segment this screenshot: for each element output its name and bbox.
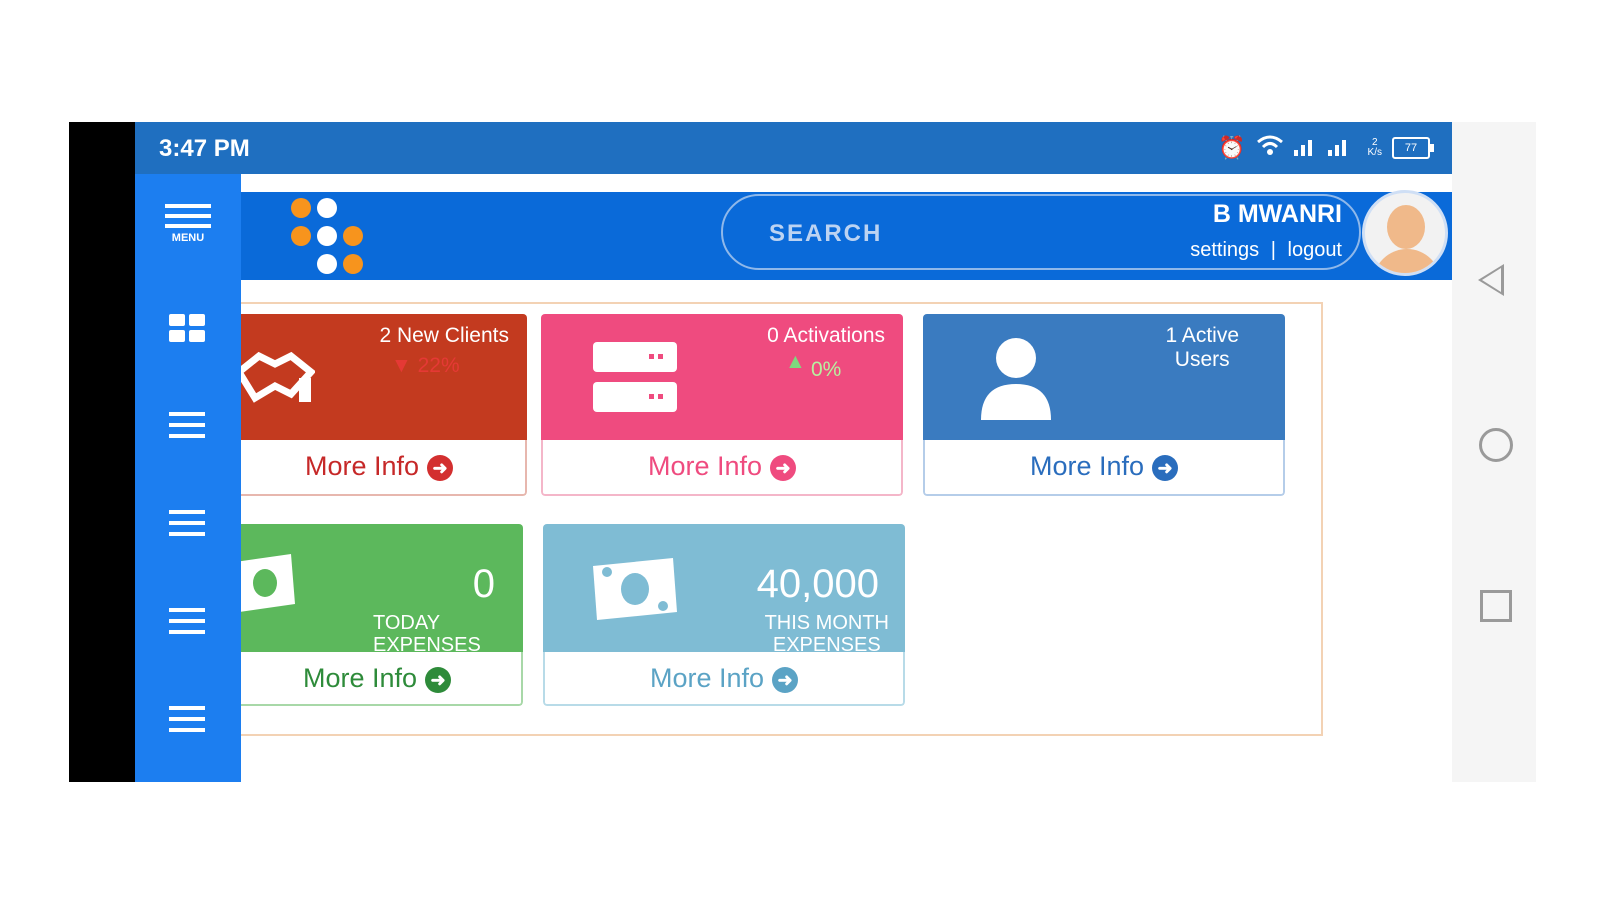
- menu-button[interactable]: MENU: [165, 204, 211, 244]
- battery-icon: 77: [1392, 137, 1434, 159]
- money-icon: [241, 554, 295, 612]
- user-links: settings | logout: [1190, 239, 1342, 262]
- card-month-expenses: 40,000 THIS MONTH EXPENSES More Info ➜: [543, 524, 905, 706]
- card-top: 0 Activations ▲ 0%: [541, 314, 903, 442]
- link-separator: |: [1270, 239, 1276, 261]
- dashboard-icon[interactable]: [169, 314, 205, 342]
- user-icon: [981, 338, 1051, 420]
- status-bar: 3:47 PM ⏰ 2 K/s 77: [135, 122, 1452, 174]
- list-icon[interactable]: [169, 412, 205, 445]
- arrow-right-icon: ➜: [770, 454, 797, 481]
- user-name: B MWANRI: [1212, 200, 1342, 228]
- recent-apps-icon[interactable]: [1480, 590, 1512, 622]
- list-icon[interactable]: [169, 706, 205, 739]
- card-top: 40,000 THIS MONTH EXPENSES: [543, 524, 905, 656]
- status-time: 3:47 PM: [159, 135, 250, 162]
- more-info-button[interactable]: More Info ➜: [543, 652, 905, 706]
- today-expenses-value: 0: [472, 562, 495, 606]
- status-icons: ⏰ 2 K/s 77: [1218, 134, 1434, 162]
- arrow-right-icon: ➜: [772, 666, 799, 693]
- alarm-icon: ⏰: [1218, 135, 1246, 160]
- left-bezel: [69, 122, 135, 782]
- search-placeholder: SEARCH: [769, 220, 883, 247]
- new-clients-label: 2 New Clients: [379, 324, 509, 347]
- dashboard-content: 2 New Clients ▼ 22% More Info ➜ 0 Activat…: [241, 280, 1452, 782]
- more-info-button[interactable]: More Info ➜: [241, 652, 523, 706]
- wifi-icon: [1256, 134, 1284, 162]
- card-today-expenses: 0 TODAY EXPENSES More Info ➜: [241, 524, 523, 706]
- back-icon[interactable]: [1478, 264, 1504, 296]
- month-expenses-value: 40,000: [756, 562, 879, 606]
- more-info-button[interactable]: More Info ➜: [923, 440, 1285, 496]
- hamburger-icon: [165, 204, 211, 228]
- card-top: 1 Active Users: [923, 314, 1285, 442]
- arrow-right-icon: ➜: [425, 666, 452, 693]
- card-new-clients: 2 New Clients ▼ 22% More Info ➜: [241, 314, 527, 496]
- signal-icon: [1293, 134, 1358, 162]
- menu-label: MENU: [171, 232, 205, 244]
- card-top: 0 TODAY EXPENSES: [241, 524, 523, 656]
- phone-screen: 3:47 PM ⏰ 2 K/s 77 MENU SEARCH B MWANRI …: [69, 122, 1536, 782]
- money-icon: [593, 558, 677, 620]
- system-nav-bar: [1452, 122, 1536, 782]
- today-expenses-label: TODAY EXPENSES: [373, 612, 481, 656]
- app-logo: [291, 198, 381, 282]
- avatar[interactable]: [1362, 190, 1448, 276]
- network-speed: 2 K/s: [1367, 137, 1382, 158]
- card-active-users: 1 Active Users More Info ➜: [923, 314, 1285, 496]
- home-icon[interactable]: [1479, 428, 1513, 462]
- active-users-label: 1 Active Users: [1165, 324, 1239, 371]
- app-header: SEARCH B MWANRI settings | logout: [241, 190, 1452, 282]
- card-activations: 0 Activations ▲ 0% More Info ➜: [541, 314, 903, 496]
- list-icon[interactable]: [169, 608, 205, 641]
- settings-link[interactable]: settings: [1190, 239, 1259, 261]
- activations-trend-arrow: ▲: [785, 350, 806, 373]
- arrow-right-icon: ➜: [427, 454, 454, 481]
- activations-label: 0 Activations: [767, 324, 885, 347]
- list-icon[interactable]: [169, 510, 205, 543]
- logout-link[interactable]: logout: [1288, 239, 1343, 261]
- server-icon: [593, 342, 677, 412]
- more-info-button[interactable]: More Info ➜: [541, 440, 903, 496]
- new-clients-trend: ▼ 22%: [391, 354, 460, 377]
- card-top: 2 New Clients ▼ 22%: [241, 314, 527, 442]
- handshake-icon: [241, 351, 315, 403]
- sidebar: MENU: [135, 174, 241, 782]
- month-expenses-label: THIS MONTH EXPENSES: [764, 612, 889, 656]
- user-info: B MWANRI settings | logout: [1190, 200, 1342, 262]
- arrow-right-icon: ➜: [1152, 454, 1179, 481]
- more-info-button[interactable]: More Info ➜: [241, 440, 527, 496]
- activations-trend: 0%: [811, 358, 842, 381]
